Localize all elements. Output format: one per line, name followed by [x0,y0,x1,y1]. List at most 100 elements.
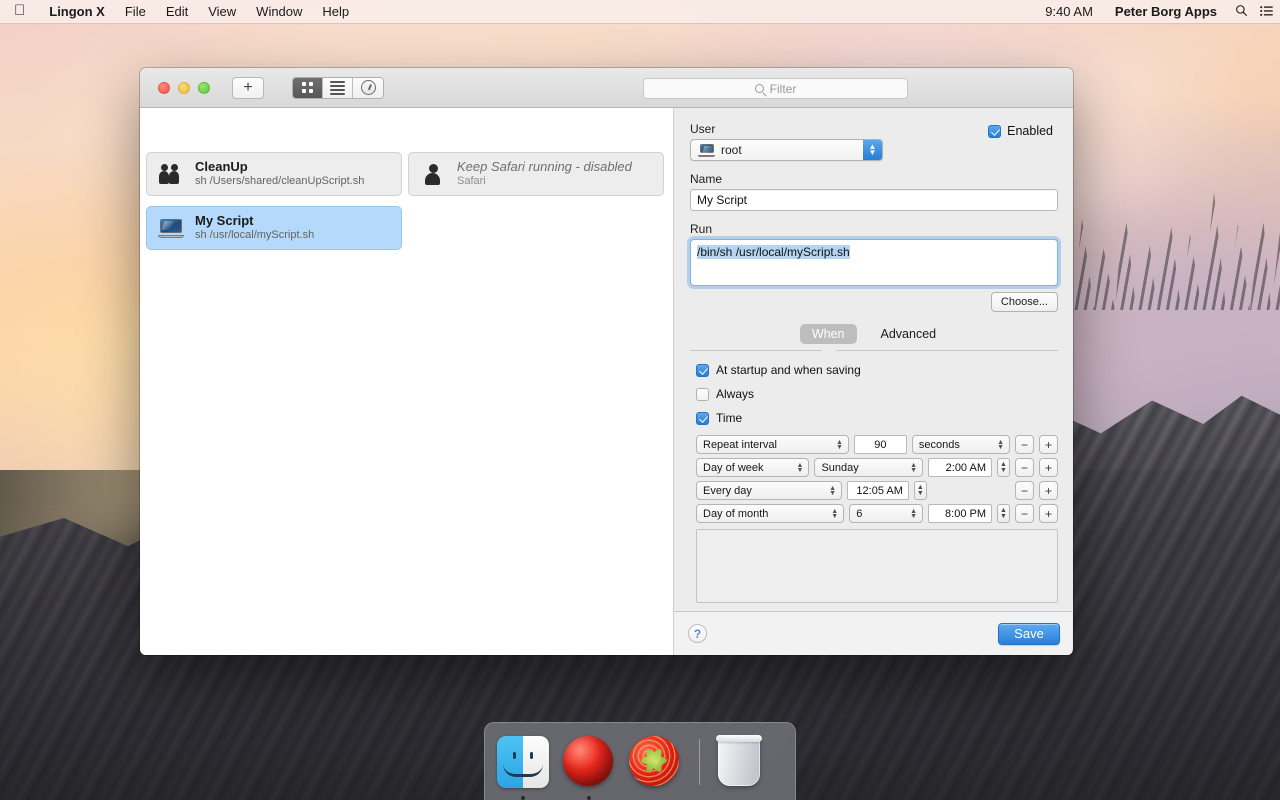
remove-schedule-button[interactable]: − [1015,435,1034,454]
spotlight-search-icon[interactable] [1228,4,1254,20]
schedule-type-popup[interactable]: Day of week ▲▼ [696,458,809,477]
checkbox-time[interactable]: Time [696,411,1058,425]
chevron-updown-icon: ▲▼ [863,140,882,160]
run-command-textarea[interactable]: /bin/sh /usr/local/myScript.sh [690,239,1058,286]
strawberry-icon [629,736,679,786]
menu-item-window[interactable]: Window [246,0,312,24]
dock-item-lingon-x[interactable] [563,736,615,788]
list-view-button[interactable] [323,78,353,98]
help-button[interactable]: ? [688,624,707,643]
tab-advanced[interactable]: Advanced [869,324,949,344]
grid-view-button[interactable] [293,78,323,98]
tab-when[interactable]: When [800,324,857,344]
interval-value-input[interactable]: 90 [854,435,907,454]
dock-item-finder[interactable] [497,736,549,788]
detail-bottom-bar: ? Save [674,611,1072,655]
checkbox-label: Always [716,387,754,401]
remove-schedule-button[interactable]: − [1015,481,1034,500]
menu-item-edit[interactable]: Edit [156,0,198,24]
schedule-row: Every day ▲▼ 12:05 AM ▲▼ − + [696,481,1058,500]
name-field-group: Name My Script [690,172,1058,211]
checkbox-always[interactable]: Always [696,387,1058,401]
time-stepper[interactable]: ▲▼ [997,458,1010,477]
job-subtitle: sh /usr/local/myScript.sh [195,229,314,243]
detail-tab-bar: When Advanced [690,324,1058,344]
job-item-my-script[interactable]: My Script sh /usr/local/myScript.sh [146,206,402,250]
time-input[interactable]: 12:05 AM [847,481,909,500]
remove-schedule-button[interactable]: − [1015,458,1034,477]
day-of-week-value: Sunday [821,462,858,474]
computer-icon [157,214,185,242]
schedule-row: Repeat interval ▲▼ 90 seconds ▲▼ − + [696,435,1058,454]
running-indicator-dot [521,796,525,800]
checkbox-box[interactable] [696,412,709,425]
menu-item-view[interactable]: View [198,0,246,24]
clock-view-button[interactable] [353,78,383,98]
user-popup-button[interactable]: root ▲▼ [690,139,883,161]
job-item-keep-safari-running[interactable]: Keep Safari running - disabled Safari [408,152,664,196]
trash-icon [718,738,760,786]
notification-center-icon[interactable] [1254,4,1280,20]
job-item-text: My Script sh /usr/local/myScript.sh [195,213,314,243]
user-field-group: User root ▲▼ [690,122,883,161]
checkbox-label: At startup and when saving [716,363,861,377]
remove-schedule-button[interactable]: − [1015,504,1034,523]
filter-placeholder: Filter [770,82,797,96]
filter-search-field[interactable]: Filter [643,78,908,99]
menu-app-name[interactable]: Lingon X [39,0,115,24]
job-detail-panel: User root ▲▼ [674,108,1072,655]
time-input[interactable]: 8:00 PM [928,504,992,523]
time-stepper[interactable]: ▲▼ [914,481,927,500]
add-schedule-button[interactable]: + [1039,481,1058,500]
users-group-icon [157,160,185,188]
name-input[interactable]: My Script [690,189,1058,211]
add-schedule-button[interactable]: + [1039,435,1058,454]
interval-unit-popup[interactable]: seconds ▲▼ [912,435,1010,454]
save-button[interactable]: Save [998,623,1060,645]
checkbox-box[interactable] [696,364,709,377]
add-job-button[interactable]: + [232,77,264,99]
choose-button[interactable]: Choose... [991,292,1058,312]
tab-selection-notch [821,344,837,351]
menu-item-help[interactable]: Help [312,0,359,24]
apple-logo-icon[interactable]:  [14,3,25,20]
dock-item-strawberry-app[interactable] [629,736,681,788]
schedule-type-popup[interactable]: Every day ▲▼ [696,481,842,500]
schedule-row: Day of week ▲▼ Sunday ▲▼ 2:00 AM ▲▼ − + [696,458,1058,477]
enabled-label: Enabled [1007,124,1053,138]
finder-icon [497,736,549,788]
view-mode-segmented-control[interactable] [292,77,384,99]
enabled-checkbox-row[interactable]: Enabled [988,124,1053,138]
menu-bar-clock[interactable]: 9:40 AM [1034,0,1104,24]
enabled-checkbox[interactable] [988,125,1001,138]
dock-separator [699,739,700,785]
tab-separator [690,350,1058,351]
day-of-month-popup[interactable]: 6 ▲▼ [849,504,923,523]
add-schedule-button[interactable]: + [1039,458,1058,477]
time-input[interactable]: 2:00 AM [928,458,992,477]
list-icon [330,81,345,95]
minimize-button[interactable] [178,82,190,94]
run-label: Run [690,222,1058,236]
job-item-text: CleanUp sh /Users/shared/cleanUpScript.s… [195,159,364,189]
menu-bar-user[interactable]: Peter Borg Apps [1104,0,1228,24]
chevron-updown-icon: ▲▼ [836,440,843,450]
add-schedule-button[interactable]: + [1039,504,1058,523]
run-command-value: /bin/sh /usr/local/myScript.sh [697,245,850,259]
checkbox-box[interactable] [696,388,709,401]
schedule-type-popup[interactable]: Day of month ▲▼ [696,504,844,523]
menu-bar:  Lingon X File Edit View Window Help 9:… [0,0,1280,24]
checkbox-at-startup-and-when-saving[interactable]: At startup and when saving [696,363,1058,377]
schedule-type-popup[interactable]: Repeat interval ▲▼ [696,435,849,454]
window-toolbar: + Filter i [140,68,1073,108]
day-of-week-popup[interactable]: Sunday ▲▼ [814,458,923,477]
job-detail-form: User root ▲▼ [674,108,1072,611]
job-item-cleanup[interactable]: CleanUp sh /Users/shared/cleanUpScript.s… [146,152,402,196]
menu-item-file[interactable]: File [115,0,156,24]
close-button[interactable] [158,82,170,94]
time-stepper[interactable]: ▲▼ [997,504,1010,523]
user-popup-value: root [721,143,742,157]
zoom-button[interactable] [198,82,210,94]
dock-item-trash[interactable] [718,736,770,788]
chevron-updown-icon: ▲▼ [910,509,917,519]
